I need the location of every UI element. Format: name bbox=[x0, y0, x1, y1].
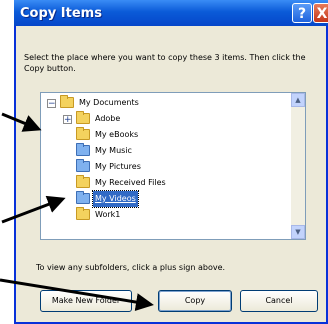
tree-item-label: My eBooks bbox=[95, 130, 139, 139]
tree-item-my-music[interactable]: My Music bbox=[76, 143, 276, 159]
dialog-title: Copy Items bbox=[20, 6, 102, 21]
cancel-button[interactable]: Cancel bbox=[240, 290, 318, 312]
tree-item-label: My Pictures bbox=[95, 162, 141, 171]
expand-icon[interactable]: + bbox=[63, 115, 72, 125]
folder-icon bbox=[76, 175, 90, 188]
close-button[interactable]: X bbox=[313, 3, 328, 23]
music-folder-icon bbox=[76, 143, 90, 156]
tree-item-adobe[interactable]: + Adobe bbox=[63, 111, 283, 127]
tree-item-label: Work1 bbox=[95, 210, 121, 219]
collapse-icon[interactable]: − bbox=[47, 99, 56, 109]
help-button[interactable]: ? bbox=[292, 3, 312, 23]
tree-item-my-documents[interactable]: − My Documents bbox=[47, 95, 287, 111]
scroll-down-icon[interactable]: ▼ bbox=[291, 225, 305, 239]
folder-icon bbox=[76, 127, 90, 140]
tree-item-my-received-files[interactable]: My Received Files bbox=[76, 175, 276, 191]
videos-folder-icon bbox=[76, 191, 90, 204]
scroll-up-icon[interactable]: ▲ bbox=[291, 93, 305, 107]
tree-item-my-ebooks[interactable]: My eBooks bbox=[76, 127, 276, 143]
folder-icon bbox=[76, 111, 90, 124]
title-bar[interactable]: Copy Items ? X bbox=[14, 0, 328, 26]
tree-item-label: My Received Files bbox=[95, 178, 166, 187]
tree-item-my-pictures[interactable]: My Pictures bbox=[76, 159, 276, 175]
copy-items-dialog: Copy Items ? X Select the place where yo… bbox=[14, 0, 328, 324]
tree-item-label: My Documents bbox=[79, 98, 139, 107]
tree-item-label: My Music bbox=[95, 146, 132, 155]
my-documents-icon bbox=[60, 95, 74, 108]
tree-item-work1[interactable]: Work1 bbox=[76, 207, 276, 223]
instruction-text: Select the place where you want to copy … bbox=[24, 53, 306, 73]
folder-tree[interactable]: − My Documents + Adobe My eBooks My Musi… bbox=[40, 92, 306, 240]
vertical-scrollbar[interactable]: ▲ ▼ bbox=[291, 93, 305, 239]
subfolder-hint: To view any subfolders, click a plus sig… bbox=[36, 263, 226, 272]
tree-item-my-videos[interactable]: My Videos bbox=[76, 190, 276, 208]
pictures-folder-icon bbox=[76, 159, 90, 172]
tree-item-label: My Videos bbox=[92, 190, 139, 208]
make-new-folder-button[interactable]: Make New Folder bbox=[40, 290, 132, 312]
copy-button[interactable]: Copy bbox=[158, 290, 232, 312]
folder-icon bbox=[76, 207, 90, 220]
tree-item-label: Adobe bbox=[95, 114, 121, 123]
